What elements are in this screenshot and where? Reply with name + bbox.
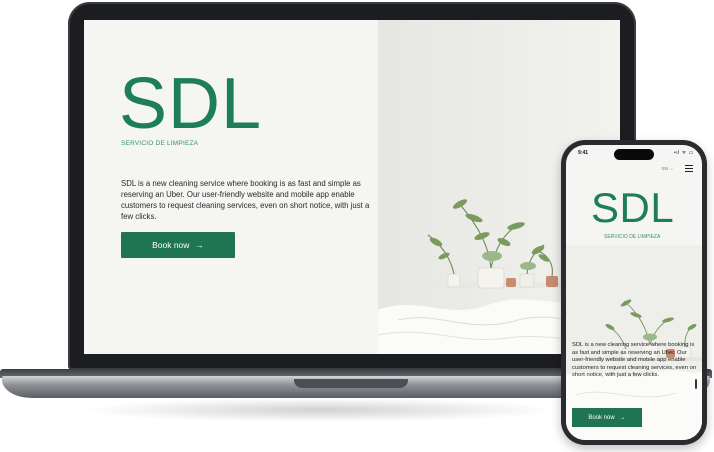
phone-screen: 9:41 •ıl ᯤ ▭ EN ⌵ SDL SERVICIO DE LIMPIE…	[566, 145, 702, 440]
phone-book-now-button[interactable]: Book now →	[572, 408, 642, 427]
phone-brand-logo: SDL	[591, 184, 675, 231]
phone-hero-description: SDL is a new cleaning service where book…	[572, 342, 697, 379]
phone-scrollbar[interactable]	[695, 379, 697, 389]
language-label: EN	[662, 166, 669, 171]
phone-brand-subtitle: SERVICIO DE LIMPIEZA	[604, 234, 661, 240]
phone-status-bar: 9:41 •ıl ᯤ ▭	[566, 145, 702, 163]
phone-book-now-label: Book now	[588, 414, 615, 421]
dynamic-island	[614, 149, 654, 160]
language-selector[interactable]: EN ⌵	[662, 166, 673, 171]
arrow-right-icon: →	[619, 414, 626, 421]
book-now-label: Book now	[152, 240, 190, 250]
laptop-trackpad-notch	[294, 379, 408, 388]
brand-subtitle: SERVICIO DE LIMPIEZA	[121, 140, 199, 147]
book-now-button[interactable]: Book now →	[121, 232, 235, 258]
status-time: 9:41	[578, 150, 589, 156]
hamburger-menu-icon[interactable]	[685, 165, 693, 172]
hero-description: SDL is a new cleaning service where book…	[121, 179, 370, 221]
brand-logo: SDL	[119, 64, 263, 144]
arrow-right-icon: →	[195, 240, 204, 250]
hero-text-panel: SDL SERVICIO DE LIMPIEZA SDL is a new cl…	[84, 20, 378, 354]
laptop-screen: SDL SERVICIO DE LIMPIEZA SDL is a new cl…	[84, 20, 620, 354]
chevron-down-icon: ⌵	[669, 166, 673, 171]
laptop-shadow	[80, 398, 560, 422]
status-icons: •ıl ᯤ ▭	[674, 150, 694, 156]
